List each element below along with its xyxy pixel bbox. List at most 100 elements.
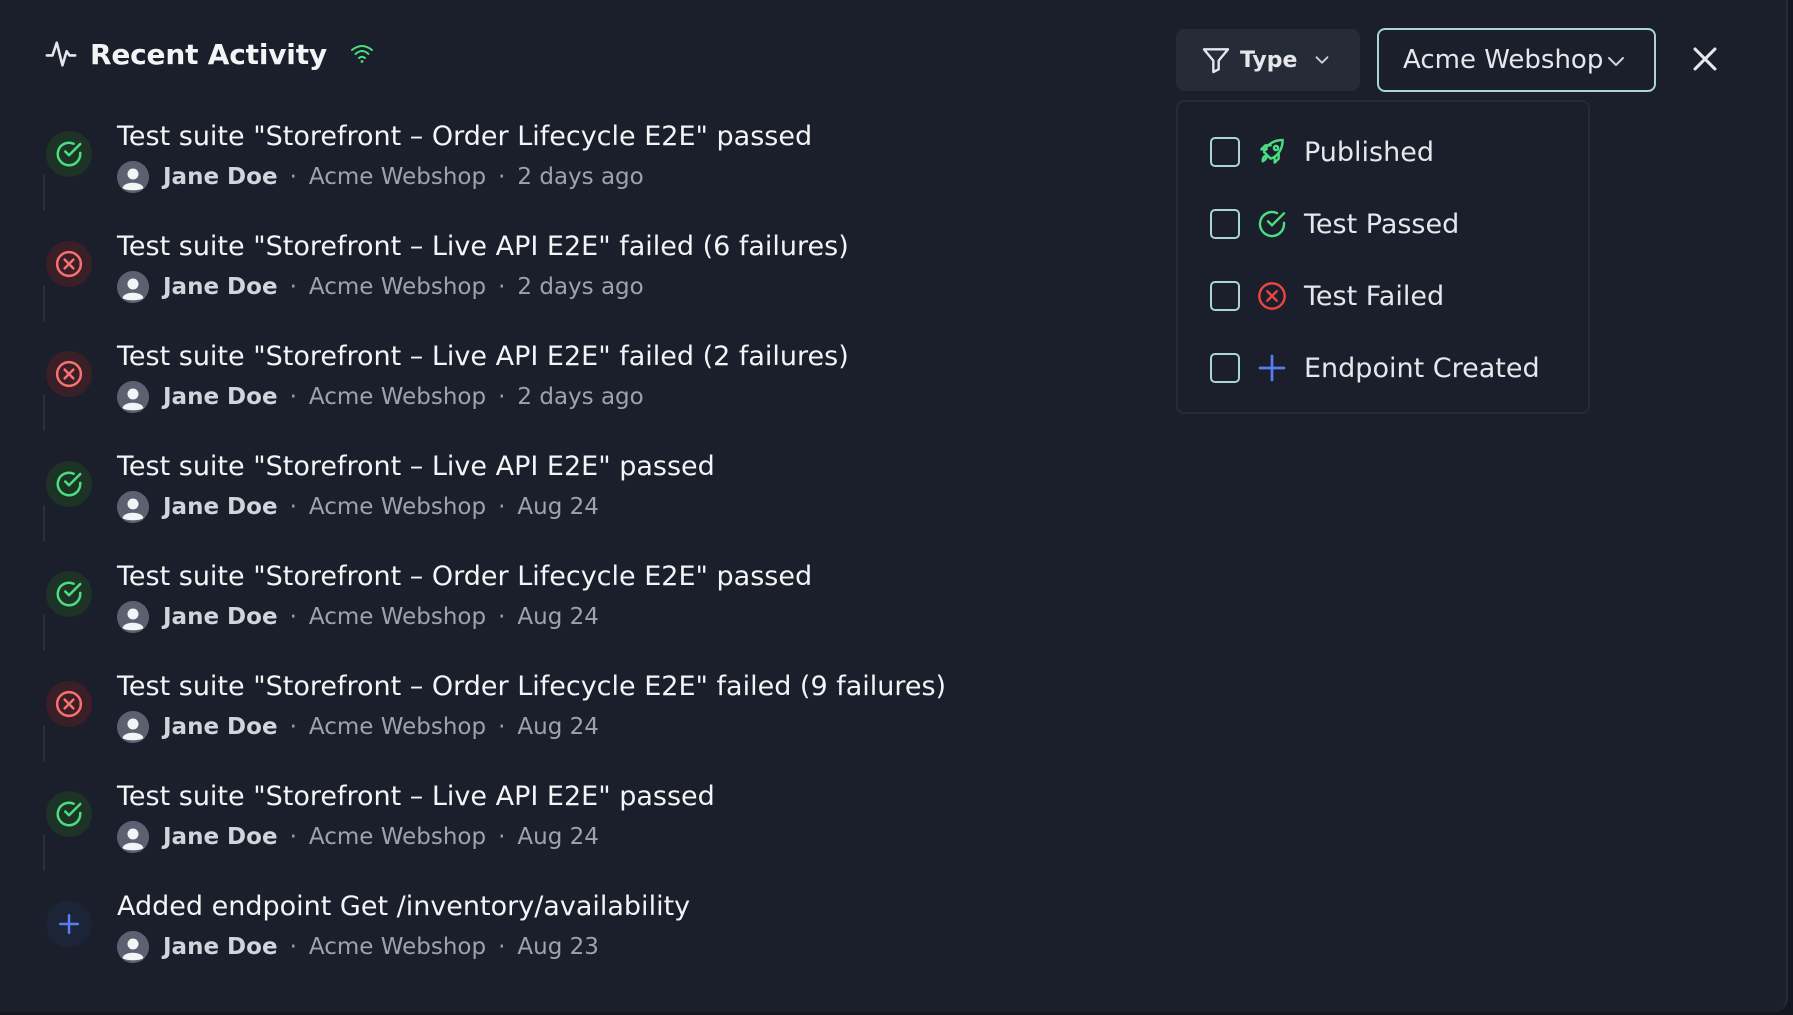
- activity-meta: Jane Doe · Acme Webshop · Aug 24: [117, 711, 599, 743]
- activity-meta: Jane Doe · Acme Webshop · Aug 24: [117, 821, 599, 853]
- separator-dot: ·: [498, 824, 506, 850]
- activity-project: Acme Webshop: [308, 604, 487, 630]
- timeline-connector: [43, 615, 45, 651]
- activity-user: Jane Doe: [163, 604, 278, 630]
- project-select-value: Acme Webshop: [1403, 45, 1604, 75]
- activity-time: 2 days ago: [517, 274, 644, 300]
- separator-dot: ·: [289, 604, 297, 630]
- filter-option-label: Endpoint Created: [1304, 352, 1540, 384]
- activity-project: Acme Webshop: [308, 934, 487, 960]
- activity-meta: Jane Doe · Acme Webshop · 2 days ago: [117, 271, 644, 303]
- avatar: [117, 271, 149, 303]
- activity-project: Acme Webshop: [308, 824, 487, 850]
- x-circle-icon: [54, 249, 84, 279]
- activity-title: Test suite "Storefront – Live API E2E" p…: [117, 451, 715, 482]
- separator-dot: ·: [289, 384, 297, 410]
- activity-project: Acme Webshop: [308, 714, 487, 740]
- activity-time: Aug 24: [517, 604, 599, 630]
- activity-time: Aug 24: [517, 824, 599, 850]
- timeline-connector: [43, 725, 45, 761]
- status-badge: [46, 681, 92, 727]
- activity-item[interactable]: Test suite "Storefront – Live API E2E" p…: [46, 781, 1006, 873]
- type-filter-button[interactable]: Type: [1176, 29, 1360, 91]
- checkbox[interactable]: [1210, 353, 1240, 383]
- activity-project: Acme Webshop: [308, 164, 487, 190]
- activity-project: Acme Webshop: [308, 494, 487, 520]
- close-icon[interactable]: [1688, 42, 1722, 76]
- activity-user: Jane Doe: [163, 824, 278, 850]
- separator-dot: ·: [498, 934, 506, 960]
- activity-item[interactable]: Added endpoint Get /inventory/availabili…: [46, 891, 1006, 983]
- status-badge: [46, 791, 92, 837]
- filter-option-label: Test Failed: [1304, 280, 1445, 312]
- activity-user: Jane Doe: [163, 494, 278, 520]
- activity-title: Added endpoint Get /inventory/availabili…: [117, 891, 691, 922]
- activity-meta: Jane Doe · Acme Webshop · 2 days ago: [117, 161, 644, 193]
- filter-option-test-passed[interactable]: Test Passed: [1210, 204, 1459, 244]
- separator-dot: ·: [498, 164, 506, 190]
- x-circle-icon: [1258, 282, 1286, 310]
- live-signal-icon: [350, 45, 373, 63]
- separator-dot: ·: [289, 274, 297, 300]
- avatar: [117, 381, 149, 413]
- checkbox[interactable]: [1210, 137, 1240, 167]
- activity-item[interactable]: Test suite "Storefront – Live API E2E" f…: [46, 231, 1006, 323]
- activity-user: Jane Doe: [163, 934, 278, 960]
- activity-time: Aug 24: [517, 714, 599, 740]
- check-circle-icon: [54, 579, 84, 609]
- checkbox[interactable]: [1210, 281, 1240, 311]
- separator-dot: ·: [289, 934, 297, 960]
- plus-icon: [1258, 354, 1286, 382]
- timeline-connector: [43, 505, 45, 541]
- activity-time: Aug 24: [517, 494, 599, 520]
- filter-icon: [1202, 48, 1230, 74]
- page-title: Recent Activity: [90, 37, 327, 71]
- plus-icon: [54, 909, 84, 939]
- activity-item[interactable]: Test suite "Storefront – Order Lifecycle…: [46, 561, 1006, 653]
- separator-dot: ·: [498, 604, 506, 630]
- status-badge: [46, 461, 92, 507]
- filter-option-endpoint-created[interactable]: Endpoint Created: [1210, 348, 1540, 388]
- activity-item[interactable]: Test suite "Storefront – Order Lifecycle…: [46, 671, 1006, 763]
- timeline-connector: [43, 175, 45, 211]
- separator-dot: ·: [498, 384, 506, 410]
- x-circle-icon: [54, 359, 84, 389]
- activity-item[interactable]: Test suite "Storefront – Live API E2E" f…: [46, 341, 1006, 433]
- filter-option-published[interactable]: Published: [1210, 132, 1434, 172]
- activity-user: Jane Doe: [163, 164, 278, 190]
- timeline-connector: [43, 835, 45, 871]
- status-badge: [46, 241, 92, 287]
- activity-project: Acme Webshop: [308, 274, 487, 300]
- avatar: [117, 931, 149, 963]
- panel-header: Recent Activity: [44, 32, 375, 76]
- recent-activity-panel: Recent Activity Type Acme Webshop Publis…: [0, 0, 1788, 1012]
- filter-option-test-failed[interactable]: Test Failed: [1210, 276, 1444, 316]
- activity-pulse-icon: [45, 41, 77, 67]
- chevron-down-icon: [1315, 56, 1329, 64]
- filter-option-label: Test Passed: [1304, 208, 1460, 240]
- checkbox[interactable]: [1210, 209, 1240, 239]
- avatar: [117, 161, 149, 193]
- separator-dot: ·: [289, 164, 297, 190]
- activity-user: Jane Doe: [163, 714, 278, 740]
- activity-meta: Jane Doe · Acme Webshop · Aug 24: [117, 601, 599, 633]
- activity-item[interactable]: Test suite "Storefront – Live API E2E" p…: [46, 451, 1006, 543]
- activity-time: 2 days ago: [517, 384, 644, 410]
- activity-user: Jane Doe: [163, 274, 278, 300]
- project-select[interactable]: Acme Webshop: [1377, 28, 1656, 92]
- activity-meta: Jane Doe · Acme Webshop · Aug 24: [117, 491, 599, 523]
- separator-dot: ·: [289, 824, 297, 850]
- separator-dot: ·: [498, 714, 506, 740]
- chevron-down-icon: [1608, 57, 1624, 66]
- status-badge: [46, 901, 92, 947]
- activity-item[interactable]: Test suite "Storefront – Order Lifecycle…: [46, 121, 1006, 213]
- activity-meta: Jane Doe · Acme Webshop · 2 days ago: [117, 381, 644, 413]
- activity-project: Acme Webshop: [308, 384, 487, 410]
- activity-title: Test suite "Storefront – Order Lifecycle…: [117, 561, 813, 592]
- avatar: [117, 711, 149, 743]
- activity-title: Test suite "Storefront – Order Lifecycle…: [117, 671, 947, 702]
- separator-dot: ·: [498, 274, 506, 300]
- filter-option-label: Published: [1304, 136, 1434, 168]
- separator-dot: ·: [498, 494, 506, 520]
- rocket-icon: [1260, 138, 1284, 164]
